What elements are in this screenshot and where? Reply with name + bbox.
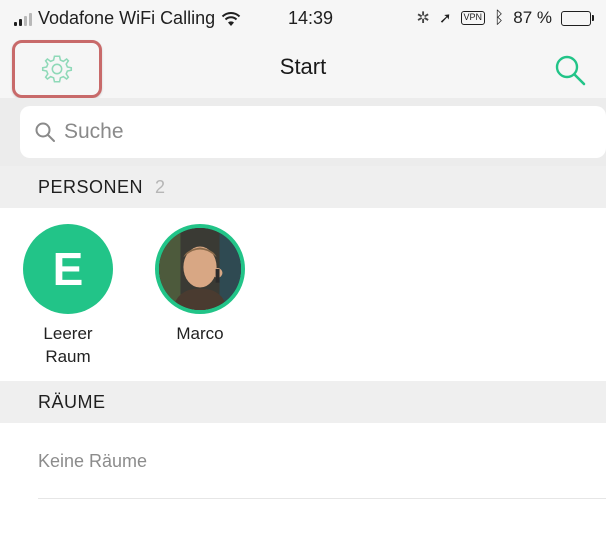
people-section-header: PERSONEN 2 — [0, 166, 606, 208]
search-icon[interactable] — [552, 52, 588, 88]
search-field-icon — [35, 122, 55, 142]
navigation-bar: Start — [0, 40, 606, 98]
search-input[interactable] — [64, 120, 564, 144]
person-item[interactable]: E Leerer Raum — [13, 224, 123, 368]
person-item[interactable]: Marco — [145, 224, 255, 345]
status-time: 14:39 — [288, 8, 334, 28]
person-photo — [159, 228, 241, 310]
bluetooth-icon: ᛒ — [494, 8, 505, 27]
signal-icon — [14, 12, 32, 26]
person-name: Leerer Raum — [13, 322, 123, 368]
search-area — [0, 98, 606, 166]
vpn-badge: VPN — [460, 11, 486, 25]
location-icon: ➚ — [438, 10, 452, 27]
person-name-line2: Raum — [45, 347, 91, 366]
person-name-line1: Leerer — [43, 324, 93, 343]
people-section-title: PERSONEN — [38, 176, 144, 197]
status-bar-left: Vodafone WiFi Calling — [14, 8, 241, 29]
app-screen: Vodafone WiFi Calling 14:39 ✲ ➚ VPN ᛒ 87… — [0, 0, 606, 539]
avatar-initial: E — [52, 243, 84, 295]
battery-percent: 87 % — [513, 8, 552, 27]
avatar: E — [23, 224, 113, 314]
loading-icon: ✲ — [416, 10, 430, 27]
wifi-icon — [221, 11, 241, 26]
status-bar: Vodafone WiFi Calling 14:39 ✲ ➚ VPN ᛒ 87… — [0, 0, 606, 40]
person-name-line1: Marco — [176, 324, 224, 343]
page-title: Start — [279, 54, 327, 79]
rooms-section-header: RÄUME — [0, 381, 606, 423]
rooms-empty-text: Keine Räume — [38, 451, 148, 471]
battery-icon — [561, 10, 594, 26]
person-name: Marco — [145, 322, 255, 345]
people-count: 2 — [155, 176, 166, 197]
people-list: E Leerer Raum Marco — [0, 210, 606, 380]
carrier-label: Vodafone WiFi Calling — [38, 8, 216, 28]
status-bar-right: ✲ ➚ VPN ᛒ 87 % — [417, 8, 594, 28]
rooms-section-title: RÄUME — [38, 391, 106, 412]
avatar — [155, 224, 245, 314]
search-field[interactable] — [20, 106, 606, 158]
rooms-empty-state: Keine Räume — [38, 425, 606, 499]
